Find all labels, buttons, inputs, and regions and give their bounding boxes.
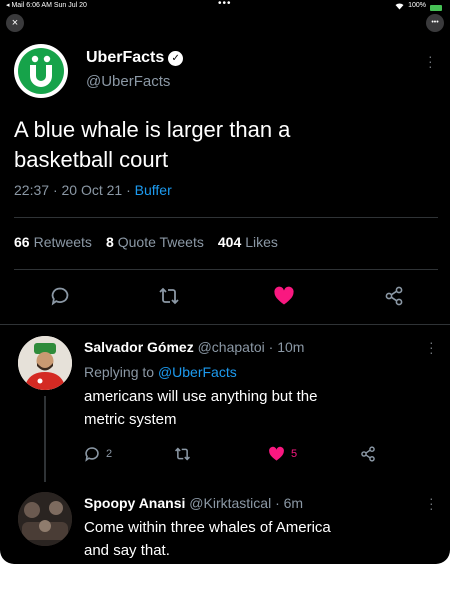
reply-button[interactable] [50, 286, 70, 306]
close-icon: × [11, 17, 19, 29]
tweet-date[interactable]: 20 Oct 21 [62, 182, 123, 198]
tweet-screen: UberFacts ✓ @UberFacts · · · A blue whale i… [0, 34, 450, 564]
reply-tweet[interactable]: Spoopy Anansi @Kirktastical · 6m · · · Com… [0, 482, 450, 564]
reply-more-icon[interactable]: · · · [429, 491, 434, 515]
tweet-time[interactable]: 22:37 [14, 182, 49, 198]
reply-author-handle: @Kirktastical [189, 495, 272, 511]
reply-icon [85, 447, 99, 462]
reply-text-line: Come within three whales of America [84, 519, 331, 536]
replying-to-mention[interactable]: @UberFacts [158, 364, 237, 380]
more-icon: ••• [431, 19, 439, 26]
status-back-to-app[interactable]: ◂ Mail 6:06 AM Sun Jul 20 [6, 0, 87, 12]
verified-badge-icon: ✓ [168, 51, 184, 66]
reply-author-name: Salvador Gómez [84, 339, 194, 355]
tweet-stats: 66 Retweets 8 Quote Tweets 404 Likes [14, 234, 278, 250]
uberfacts-logo [18, 48, 64, 94]
heart-filled-icon [269, 446, 284, 461]
reply-text: Come within three whales of America and … [84, 516, 414, 562]
author-name-text: UberFacts [86, 49, 165, 66]
author-name[interactable]: UberFacts ✓ [86, 49, 184, 67]
replying-to: Replying to @UberFacts [84, 364, 237, 380]
reply-author[interactable]: Spoopy Anansi @Kirktastical · 6m [84, 495, 303, 511]
likes-label: Likes [245, 234, 278, 250]
uberfacts-u-icon [30, 55, 52, 87]
likes-count: 404 [217, 234, 242, 250]
avatar-image [18, 492, 72, 546]
reply-actions: 2 5 [84, 446, 414, 468]
meta-separator: · [268, 339, 274, 355]
tweet-text-line: A blue whale is larger than a [14, 117, 291, 142]
retweet-icon [159, 287, 179, 305]
reply-share-button[interactable] [360, 446, 376, 462]
close-button[interactable]: × [6, 14, 24, 32]
reply-like-button[interactable]: 5 [268, 446, 297, 462]
more-button[interactable]: ••• [426, 14, 444, 32]
reply-time: 10m [277, 339, 305, 355]
battery-percent: 100% [408, 2, 426, 9]
wifi-icon [395, 2, 404, 10]
viewer-top-bar: × ••• [0, 12, 450, 34]
author-handle[interactable]: @UberFacts [86, 73, 170, 90]
retweets-count: 66 [14, 234, 30, 250]
reply-text: americans will use anything but the metr… [84, 385, 414, 431]
reply-time: 6m [283, 495, 304, 511]
reply-tweet[interactable]: Salvador Gómez @chapatoi · 10m · · · Reply… [0, 324, 450, 482]
reply-retweet-button[interactable] [174, 446, 191, 462]
meta-separator: · [126, 182, 131, 198]
reply-count: 2 [106, 448, 113, 460]
status-dots: ••• [218, 0, 232, 9]
retweets-label: Retweets [33, 234, 92, 250]
avatar[interactable] [14, 44, 68, 98]
reply-author[interactable]: Salvador Gómez @chapatoi · 10m [84, 339, 304, 355]
meta-separator: · [52, 182, 58, 198]
tweet-text: A blue whale is larger than a basketball… [14, 115, 434, 175]
retweet-icon [174, 447, 191, 461]
share-icon [361, 446, 375, 462]
status-right: 100% [395, 0, 442, 12]
tweet-text-line: basketball court [14, 147, 169, 172]
tweet-header: UberFacts ✓ @UberFacts · · · [14, 40, 434, 100]
reply-text-line: and say that. [84, 542, 170, 559]
reply-icon [51, 287, 69, 306]
like-button[interactable] [273, 286, 295, 306]
reply-text-line: metric system [84, 411, 177, 428]
avatar[interactable] [18, 492, 72, 546]
avatar[interactable] [18, 336, 72, 390]
retweets-stat[interactable]: 66 Retweets [14, 234, 92, 250]
reply-text-line: americans will use anything but the [84, 388, 318, 405]
likes-stat[interactable]: 404 Likes [218, 234, 278, 250]
share-button[interactable] [384, 286, 404, 306]
divider [14, 269, 438, 270]
battery-icon [430, 4, 442, 11]
reply-author-name: Spoopy Anansi [84, 495, 186, 511]
reply-reply-button[interactable]: 2 [84, 446, 112, 462]
divider [14, 217, 438, 218]
avatar-image [18, 336, 72, 390]
like-count: 5 [291, 448, 298, 460]
quote-tweets-count: 8 [105, 234, 114, 250]
heart-filled-icon [274, 286, 294, 305]
status-bar: ◂ Mail 6:06 AM Sun Jul 20 ••• 100% [0, 0, 450, 12]
tweet-more-icon[interactable]: · · · [428, 49, 433, 73]
tweet-source-link[interactable]: Buffer [135, 182, 172, 198]
thread-line [44, 396, 46, 482]
meta-separator: · [275, 495, 280, 511]
quote-tweets-stat[interactable]: 8 Quote Tweets [106, 234, 204, 250]
replying-prefix: Replying to [84, 364, 155, 380]
share-icon [385, 286, 403, 306]
reply-more-icon[interactable]: · · · [429, 335, 434, 359]
tweet-meta: 22:37 · 20 Oct 21 · Buffer [14, 182, 172, 198]
quote-tweets-label: Quote Tweets [117, 234, 204, 250]
retweet-button[interactable] [158, 286, 180, 306]
reply-author-handle: @chapatoi [197, 339, 265, 355]
